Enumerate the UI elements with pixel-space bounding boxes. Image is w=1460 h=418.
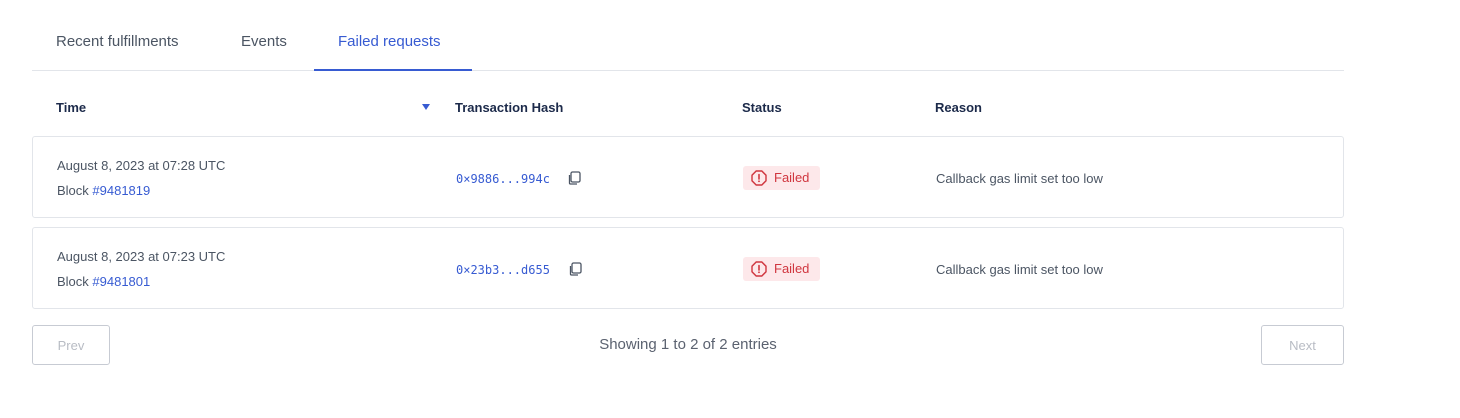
tab-events[interactable]: Events: [241, 0, 314, 70]
failure-reason: Callback gas limit set too low: [936, 262, 1103, 277]
block-link[interactable]: #9481819: [92, 183, 150, 198]
column-header-time: Time: [56, 100, 87, 115]
column-header-status: Status: [742, 100, 782, 115]
status-badge: Failed: [743, 257, 820, 281]
tab-bar: Recent fulfillments Events Failed reques…: [32, 0, 1344, 71]
next-page-button[interactable]: Next: [1261, 325, 1344, 365]
tab-recent-fulfillments[interactable]: Recent fulfillments: [32, 0, 241, 70]
failure-reason: Callback gas limit set too low: [936, 171, 1103, 186]
column-header-reason: Reason: [935, 100, 982, 115]
status-text: Failed: [774, 261, 810, 276]
transaction-hash-link[interactable]: 0×23b3...d655: [456, 263, 550, 277]
block-cell: Block #9481801: [57, 274, 150, 289]
block-label: Block: [57, 274, 93, 289]
transaction-hash-link[interactable]: 0×9886...994c: [456, 172, 550, 186]
block-label: Block: [57, 183, 93, 198]
table-row: August 8, 2023 at 07:28 UTC Block #94818…: [32, 136, 1344, 218]
copy-icon[interactable]: [568, 262, 582, 276]
alert-icon: [751, 170, 767, 186]
pagination-summary: Showing 1 to 2 of 2 entries: [599, 336, 777, 353]
block-cell: Block #9481819: [57, 183, 150, 198]
failed-requests-panel: Recent fulfillments Events Failed reques…: [32, 0, 1344, 365]
tab-failed-requests[interactable]: Failed requests: [314, 0, 472, 71]
table-row: August 8, 2023 at 07:23 UTC Block #94818…: [32, 227, 1344, 309]
status-badge: Failed: [743, 166, 820, 190]
copy-icon[interactable]: [567, 171, 581, 185]
status-text: Failed: [774, 170, 810, 185]
request-timestamp: August 8, 2023 at 07:28 UTC: [57, 158, 226, 173]
pagination: Prev Showing 1 to 2 of 2 entries Next: [32, 325, 1344, 365]
block-link[interactable]: #9481801: [92, 274, 150, 289]
request-timestamp: August 8, 2023 at 07:23 UTC: [57, 249, 226, 264]
alert-icon: [751, 261, 767, 277]
column-header-transaction-hash: Transaction Hash: [455, 100, 564, 115]
table-header: Time Transaction Hash Status Reason: [32, 71, 1344, 136]
sort-desc-icon[interactable]: [422, 104, 430, 110]
